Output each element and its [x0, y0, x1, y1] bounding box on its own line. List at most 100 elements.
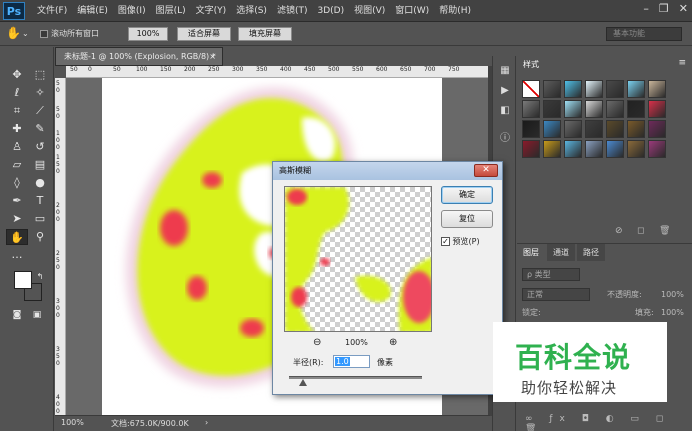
style-swatch[interactable]	[585, 120, 603, 138]
history-icon[interactable]: ▦	[498, 64, 512, 78]
style-swatch[interactable]	[585, 80, 603, 98]
scroll-all-windows-option[interactable]: 滚动所有窗口	[40, 26, 99, 41]
tab-layers[interactable]: 图层	[517, 244, 545, 261]
style-swatch[interactable]	[564, 140, 582, 158]
ok-button[interactable]: 确定	[441, 186, 493, 204]
hand-tool-icon[interactable]: ✋	[6, 229, 28, 245]
lasso-tool-icon[interactable]: ℓ	[6, 85, 28, 101]
menu-view[interactable]: 视图(V)	[349, 4, 390, 18]
style-swatch[interactable]	[648, 120, 666, 138]
actions-play-icon[interactable]: ▶	[498, 84, 512, 98]
blend-mode-select[interactable]: 正常	[522, 288, 590, 301]
style-swatch[interactable]	[564, 120, 582, 138]
panel-menu-icon[interactable]: ≡	[678, 58, 686, 68]
status-zoom[interactable]: 100%	[61, 418, 84, 427]
style-swatch[interactable]	[648, 80, 666, 98]
info-icon[interactable]: ⓘ	[498, 132, 512, 146]
clone-stamp-tool-icon[interactable]: ♙	[6, 139, 28, 155]
rectangle-tool-icon[interactable]: ▭	[29, 211, 51, 227]
document-tab-close-icon[interactable]: ×	[209, 48, 216, 65]
quick-mask-icon[interactable]: ◙	[10, 307, 24, 323]
menu-edit[interactable]: 编辑(E)	[72, 4, 113, 18]
gradient-tool-icon[interactable]: ▤	[29, 157, 51, 173]
hand-tool-icon[interactable]: ✋	[6, 26, 21, 41]
menu-file[interactable]: 文件(F)	[32, 4, 72, 18]
delete-style-icon[interactable]: 🗑	[659, 226, 670, 236]
status-menu-icon[interactable]: ›	[205, 418, 208, 427]
brush-tool-icon[interactable]: ✎	[29, 121, 51, 137]
style-swatch[interactable]	[606, 100, 624, 118]
zoom-100-button[interactable]: 100%	[128, 27, 168, 41]
blur-tool-icon[interactable]: ◊	[6, 175, 28, 191]
style-swatch[interactable]	[564, 80, 582, 98]
close-button[interactable]: ✕	[679, 2, 688, 15]
opacity-value[interactable]: 100%	[661, 288, 684, 302]
style-swatch[interactable]	[627, 140, 645, 158]
dialog-title-bar[interactable]: 高斯模糊 ✕	[273, 162, 502, 180]
preview-option[interactable]: ✓ 预览(P)	[441, 236, 480, 247]
menu-window[interactable]: 窗口(W)	[390, 4, 434, 18]
menu-help[interactable]: 帮助(H)	[434, 4, 476, 18]
pen-tool-icon[interactable]: ✒	[6, 193, 28, 209]
restore-button[interactable]: ❐	[659, 2, 669, 15]
style-swatch[interactable]	[627, 120, 645, 138]
style-swatch[interactable]	[522, 100, 540, 118]
document-tab[interactable]: 未标题-1 @ 100% (Explosion, RGB/8) * ×	[55, 47, 223, 66]
style-swatch[interactable]	[543, 80, 561, 98]
style-swatch[interactable]	[543, 100, 561, 118]
style-swatch[interactable]	[585, 140, 603, 158]
zoom-out-icon[interactable]: ⊖	[313, 337, 321, 348]
style-swatch[interactable]	[648, 100, 666, 118]
type-tool-icon[interactable]: T	[29, 193, 51, 209]
new-style-icon[interactable]: ◻	[637, 226, 644, 236]
style-swatch[interactable]	[627, 100, 645, 118]
marquee-tool-icon[interactable]: ⬚	[29, 67, 51, 83]
fill-value[interactable]: 100%	[661, 306, 684, 320]
style-swatch[interactable]	[606, 140, 624, 158]
foreground-color-swatch[interactable]	[14, 271, 32, 289]
radius-input[interactable]: 1.0	[333, 355, 370, 368]
style-swatch[interactable]	[522, 140, 540, 158]
menu-filter[interactable]: 滤镜(T)	[272, 4, 313, 18]
path-selection-tool-icon[interactable]: ➤	[6, 211, 28, 227]
tab-styles[interactable]: 样式	[517, 56, 545, 73]
minimize-button[interactable]: –	[643, 2, 649, 15]
eraser-tool-icon[interactable]: ▱	[6, 157, 28, 173]
reset-button[interactable]: 复位	[441, 210, 493, 228]
tab-paths[interactable]: 路径	[577, 244, 605, 261]
style-swatch[interactable]	[543, 120, 561, 138]
style-swatch[interactable]	[606, 80, 624, 98]
fit-screen-button[interactable]: 适合屏幕	[177, 27, 231, 41]
more-tools-icon[interactable]: …	[6, 247, 28, 263]
radius-slider-thumb[interactable]	[299, 379, 307, 386]
style-swatch[interactable]	[585, 100, 603, 118]
menu-layer[interactable]: 图层(L)	[151, 4, 191, 18]
style-swatch[interactable]	[606, 120, 624, 138]
crop-tool-icon[interactable]: ⌗	[6, 103, 28, 119]
blur-preview[interactable]	[284, 186, 432, 332]
radius-slider-track[interactable]	[289, 376, 422, 379]
move-tool-icon[interactable]: ✥	[6, 67, 28, 83]
menu-select[interactable]: 选择(S)	[231, 4, 272, 18]
swap-colors-icon[interactable]: ↰	[34, 269, 46, 285]
clear-style-icon[interactable]: ⊘	[615, 226, 623, 236]
properties-icon[interactable]: ◧	[498, 104, 512, 118]
tool-preset-chevron-icon[interactable]: ⌄	[22, 26, 29, 41]
workspace-select[interactable]: 基本功能	[606, 27, 682, 41]
menu-type[interactable]: 文字(Y)	[191, 4, 232, 18]
style-swatch[interactable]	[648, 140, 666, 158]
style-swatch[interactable]	[522, 120, 540, 138]
magic-wand-tool-icon[interactable]: ✧	[29, 85, 51, 101]
eyedropper-tool-icon[interactable]: ⟋	[29, 103, 51, 119]
layer-footer-icons[interactable]: ∞ ƒx ◘ ◐ ▭ ◻ 🗑	[525, 414, 692, 431]
tab-channels[interactable]: 通道	[547, 244, 575, 261]
dialog-close-icon[interactable]: ✕	[474, 164, 498, 177]
dodge-tool-icon[interactable]: ●	[29, 175, 51, 191]
menu-image[interactable]: 图像(I)	[113, 4, 151, 18]
preview-checkbox[interactable]: ✓	[441, 237, 450, 246]
fill-screen-button[interactable]: 填充屏幕	[238, 27, 292, 41]
style-swatch[interactable]	[543, 140, 561, 158]
history-brush-tool-icon[interactable]: ↺	[29, 139, 51, 155]
style-swatch[interactable]	[522, 80, 540, 98]
zoom-tool-icon[interactable]: ⚲	[29, 229, 51, 245]
